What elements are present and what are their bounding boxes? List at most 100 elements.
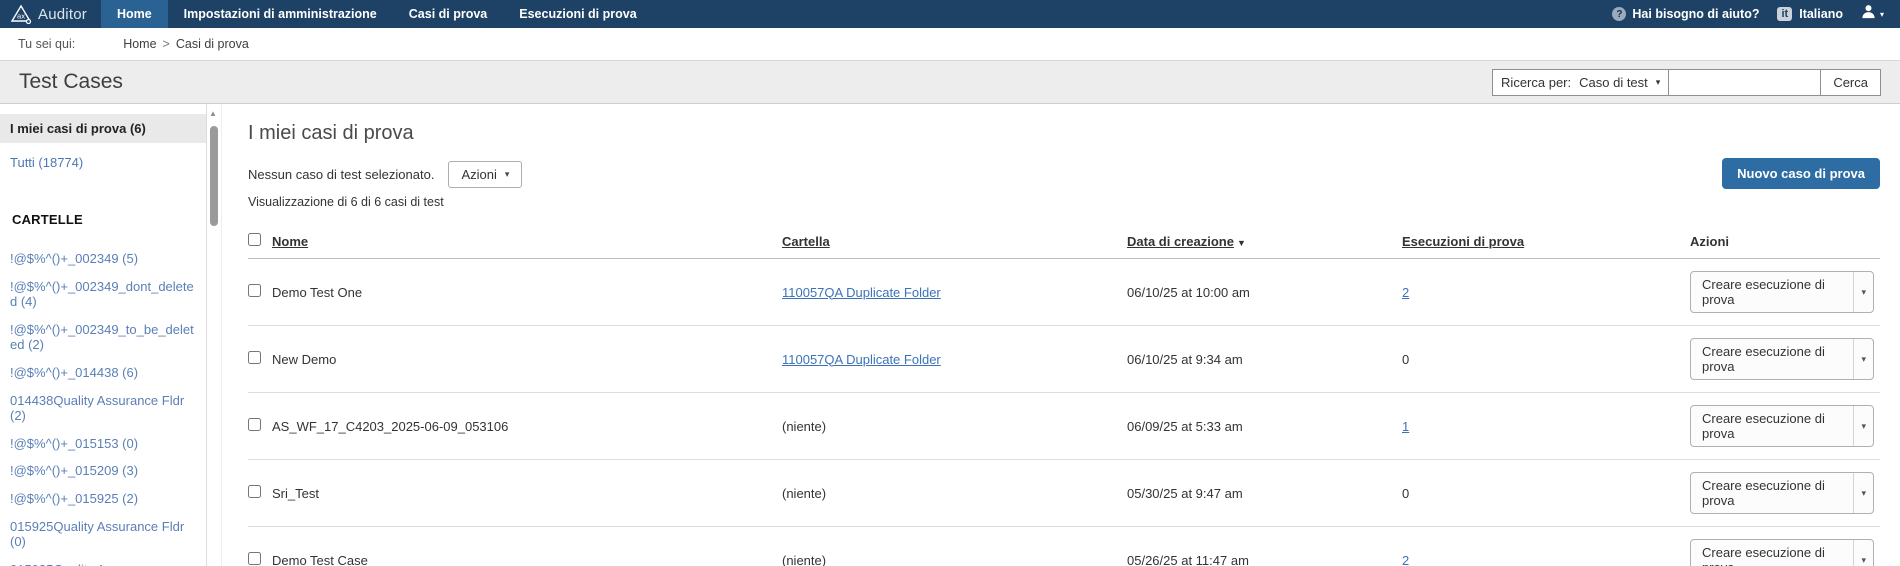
sidebar-scrollbar[interactable]: ▲ bbox=[207, 104, 222, 566]
sidebar-folder-link[interactable]: 015925Quality Assurance Fldr1_ (0) bbox=[10, 562, 194, 566]
language-badge: it bbox=[1777, 7, 1792, 21]
sidebar-folder-link[interactable]: !@$%^()+_015153 (0) bbox=[10, 436, 194, 452]
column-header-runs[interactable]: Esecuzioni di prova bbox=[1402, 234, 1524, 249]
user-menu[interactable]: ▾ bbox=[1861, 4, 1884, 24]
runs-count[interactable]: 2 bbox=[1402, 553, 1409, 566]
chevron-down-icon[interactable]: ▾ bbox=[1853, 339, 1873, 379]
section-heading: I miei casi di prova bbox=[248, 122, 1880, 145]
sidebar-folder-link[interactable]: !@$%^()+_002349_to_be_deleted (2) bbox=[10, 322, 194, 353]
nav-item-admin-settings[interactable]: Impostazioni di amministrazione bbox=[168, 0, 393, 28]
breadcrumb: Tu sei qui: Home > Casi di prova bbox=[0, 28, 1900, 60]
breadcrumb-separator-icon: > bbox=[163, 37, 170, 51]
folder-cell: (niente) bbox=[782, 419, 826, 434]
created-date: 05/30/25 at 9:47 am bbox=[1127, 460, 1402, 527]
row-checkbox[interactable] bbox=[248, 485, 261, 498]
sidebar-folder-list: !@$%^()+_002349 (5) !@$%^()+_002349_dont… bbox=[10, 251, 194, 566]
breadcrumb-label: Tu sei qui: bbox=[18, 37, 75, 51]
help-icon: ? bbox=[1612, 7, 1626, 21]
sidebar-folder-link[interactable]: !@$%^()+_014438 (6) bbox=[10, 365, 194, 381]
breadcrumb-current: Casi di prova bbox=[176, 37, 249, 51]
brand[interactable]: ax Auditor bbox=[0, 0, 101, 28]
main-nav: Home Impostazioni di amministrazione Cas… bbox=[101, 0, 653, 28]
help-link[interactable]: ? Hai bisogno di aiuto? bbox=[1612, 7, 1759, 21]
chevron-down-icon[interactable]: ▾ bbox=[1853, 406, 1873, 446]
search-by-label: Ricerca per: bbox=[1501, 75, 1571, 90]
column-header-name[interactable]: Nome bbox=[272, 234, 308, 249]
user-icon bbox=[1861, 4, 1876, 24]
chevron-down-icon[interactable]: ▾ bbox=[1853, 540, 1873, 566]
language-selector[interactable]: it Italiano bbox=[1777, 7, 1843, 21]
main-panel: I miei casi di prova Nessun caso di test… bbox=[222, 104, 1900, 566]
create-test-run-button[interactable]: Creare esecuzione di prova ▾ bbox=[1690, 539, 1874, 566]
search-group: Ricerca per: Caso di test ▾ Cerca bbox=[1492, 69, 1881, 96]
row-checkbox[interactable] bbox=[248, 284, 261, 297]
create-test-run-button[interactable]: Creare esecuzione di prova ▾ bbox=[1690, 405, 1874, 447]
chevron-down-icon: ▾ bbox=[1656, 77, 1661, 88]
search-input[interactable] bbox=[1669, 69, 1821, 96]
sidebar-folder-link[interactable]: 014438Quality Assurance Fldr (2) bbox=[10, 393, 194, 424]
brand-name: Auditor bbox=[38, 6, 87, 23]
chevron-down-icon[interactable]: ▾ bbox=[1853, 272, 1873, 312]
navbar-right: ? Hai bisogno di aiuto? it Italiano ▾ bbox=[1612, 0, 1900, 28]
sidebar: I miei casi di prova (6) Tutti (18774) C… bbox=[0, 104, 207, 566]
column-header-created[interactable]: Data di creazione bbox=[1127, 234, 1234, 249]
runs-count: 0 bbox=[1402, 352, 1409, 367]
case-name: AS_WF_17_C4203_2025-06-09_053106 bbox=[272, 393, 782, 460]
table-row: Demo Test Case (niente) 05/26/25 at 11:4… bbox=[248, 527, 1880, 566]
folder-cell: (niente) bbox=[782, 486, 826, 501]
table-header-row: Nome Cartella Data di creazione▼ Esecuzi… bbox=[248, 225, 1880, 259]
create-test-run-button[interactable]: Creare esecuzione di prova ▾ bbox=[1690, 472, 1874, 514]
column-header-actions: Azioni bbox=[1690, 234, 1729, 249]
sidebar-folder-link[interactable]: 015925Quality Assurance Fldr (0) bbox=[10, 519, 194, 550]
page-title: Test Cases bbox=[19, 70, 123, 94]
runs-count[interactable]: 2 bbox=[1402, 285, 1409, 300]
sidebar-folder-link[interactable]: !@$%^()+_015925 (2) bbox=[10, 491, 194, 507]
row-checkbox[interactable] bbox=[248, 418, 261, 431]
case-name: Demo Test One bbox=[272, 259, 782, 326]
search-by-value: Caso di test bbox=[1579, 75, 1648, 90]
scrollbar-thumb[interactable] bbox=[210, 126, 218, 226]
showing-count-text: Visualizzazione di 6 di 6 casi di test bbox=[248, 195, 1880, 209]
created-date: 06/10/25 at 9:34 am bbox=[1127, 326, 1402, 393]
new-test-case-button[interactable]: Nuovo caso di prova bbox=[1722, 158, 1880, 189]
nav-item-test-runs[interactable]: Esecuzioni di prova bbox=[503, 0, 652, 28]
folder-link[interactable]: 110057QA Duplicate Folder bbox=[782, 285, 941, 300]
sidebar-folder-link[interactable]: !@$%^()+_002349_dont_deleted (4) bbox=[10, 279, 194, 310]
scroll-up-icon[interactable]: ▲ bbox=[209, 109, 217, 118]
content-area: I miei casi di prova (6) Tutti (18774) C… bbox=[0, 104, 1900, 566]
select-all-checkbox[interactable] bbox=[248, 233, 261, 246]
create-test-run-button[interactable]: Creare esecuzione di prova ▾ bbox=[1690, 338, 1874, 380]
table-row: New Demo 110057QA Duplicate Folder 06/10… bbox=[248, 326, 1880, 393]
test-cases-table: Nome Cartella Data di creazione▼ Esecuzi… bbox=[248, 225, 1880, 566]
language-label: Italiano bbox=[1799, 7, 1843, 21]
search-by-dropdown[interactable]: Ricerca per: Caso di test ▾ bbox=[1492, 69, 1669, 96]
table-row: Sri_Test (niente) 05/30/25 at 9:47 am 0 … bbox=[248, 460, 1880, 527]
created-date: 06/10/25 at 10:00 am bbox=[1127, 259, 1402, 326]
folder-link[interactable]: 110057QA Duplicate Folder bbox=[782, 352, 941, 367]
nav-item-test-cases[interactable]: Casi di prova bbox=[393, 0, 504, 28]
chevron-down-icon[interactable]: ▾ bbox=[1853, 473, 1873, 513]
sort-desc-icon: ▼ bbox=[1237, 238, 1246, 248]
runs-count[interactable]: 1 bbox=[1402, 419, 1409, 434]
case-name: New Demo bbox=[272, 326, 782, 393]
folder-cell: (niente) bbox=[782, 553, 826, 566]
actions-dropdown-button[interactable]: Azioni ▾ bbox=[448, 161, 522, 188]
user-caret-icon: ▾ bbox=[1880, 10, 1884, 19]
breadcrumb-home-link[interactable]: Home bbox=[123, 37, 156, 51]
sidebar-item-my-cases[interactable]: I miei casi di prova (6) bbox=[0, 114, 206, 143]
row-checkbox[interactable] bbox=[248, 351, 261, 364]
runs-count: 0 bbox=[1402, 486, 1409, 501]
title-band: Test Cases Ricerca per: Caso di test ▾ C… bbox=[0, 60, 1900, 104]
created-date: 06/09/25 at 5:33 am bbox=[1127, 393, 1402, 460]
create-test-run-button[interactable]: Creare esecuzione di prova ▾ bbox=[1690, 271, 1874, 313]
column-header-folder[interactable]: Cartella bbox=[782, 234, 830, 249]
chevron-down-icon: ▾ bbox=[505, 169, 510, 180]
row-checkbox[interactable] bbox=[248, 552, 261, 565]
case-name: Demo Test Case bbox=[272, 527, 782, 566]
nav-item-home[interactable]: Home bbox=[101, 0, 168, 28]
search-button[interactable]: Cerca bbox=[1821, 69, 1881, 96]
top-navbar: ax Auditor Home Impostazioni di amminist… bbox=[0, 0, 1900, 28]
sidebar-folder-link[interactable]: !@$%^()+_015209 (3) bbox=[10, 463, 194, 479]
sidebar-item-all[interactable]: Tutti (18774) bbox=[10, 155, 196, 170]
sidebar-folder-link[interactable]: !@$%^()+_002349 (5) bbox=[10, 251, 194, 267]
